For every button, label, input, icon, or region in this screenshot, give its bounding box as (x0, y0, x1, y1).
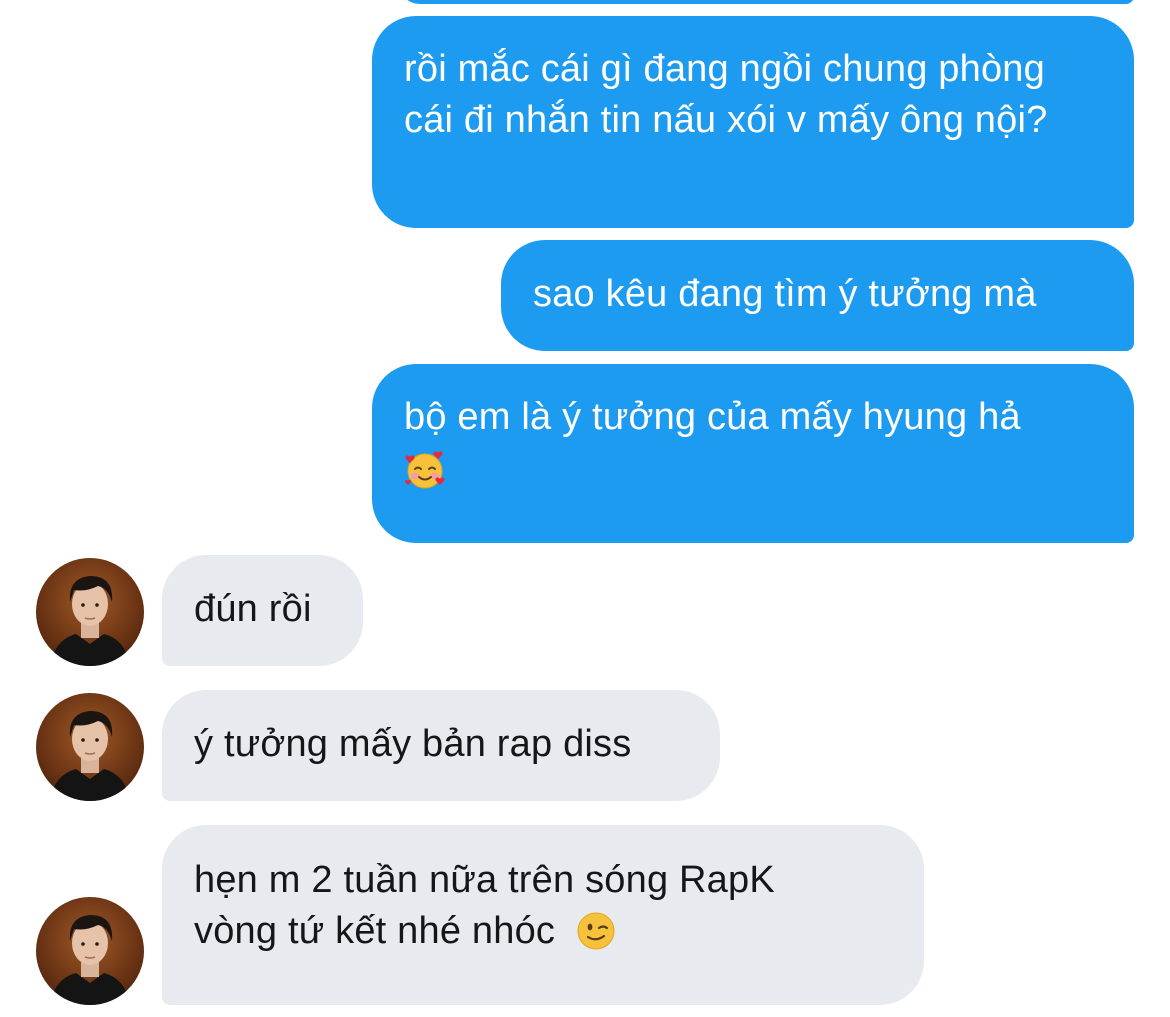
incoming-message[interactable]: hẹn m 2 tuần nữa trên sóng RapK vòng tứ … (162, 825, 924, 1005)
message-text: ý tưởng mấy bản rap diss (194, 723, 632, 765)
message-text: rồi mắc cái gì đang ngồi chung phòng cái… (404, 48, 1048, 141)
smiling-face-with-hearts-emoji (404, 449, 446, 505)
incoming-message[interactable]: ý tưởng mấy bản rap diss (162, 690, 720, 801)
message-text: đún rồi (194, 588, 312, 630)
message-text: hẹn m 2 tuần nữa trên sóng RapK vòng tứ … (194, 859, 775, 952)
outgoing-message[interactable]: sao kêu đang tìm ý tưởng mà (501, 240, 1134, 351)
avatar[interactable] (36, 693, 144, 801)
previous-message-bubble (398, 0, 1134, 4)
winking-face-emoji (576, 911, 616, 965)
avatar[interactable] (36, 897, 144, 1005)
message-text: bộ em là ý tưởng của mấy hyung hả (404, 396, 1021, 438)
incoming-message[interactable]: đún rồi (162, 555, 363, 666)
outgoing-message[interactable]: rồi mắc cái gì đang ngồi chung phòng cái… (372, 16, 1134, 228)
avatar[interactable] (36, 558, 144, 666)
outgoing-message[interactable]: bộ em là ý tưởng của mấy hyung hả (372, 364, 1134, 543)
message-text: sao kêu đang tìm ý tưởng mà (533, 273, 1037, 315)
